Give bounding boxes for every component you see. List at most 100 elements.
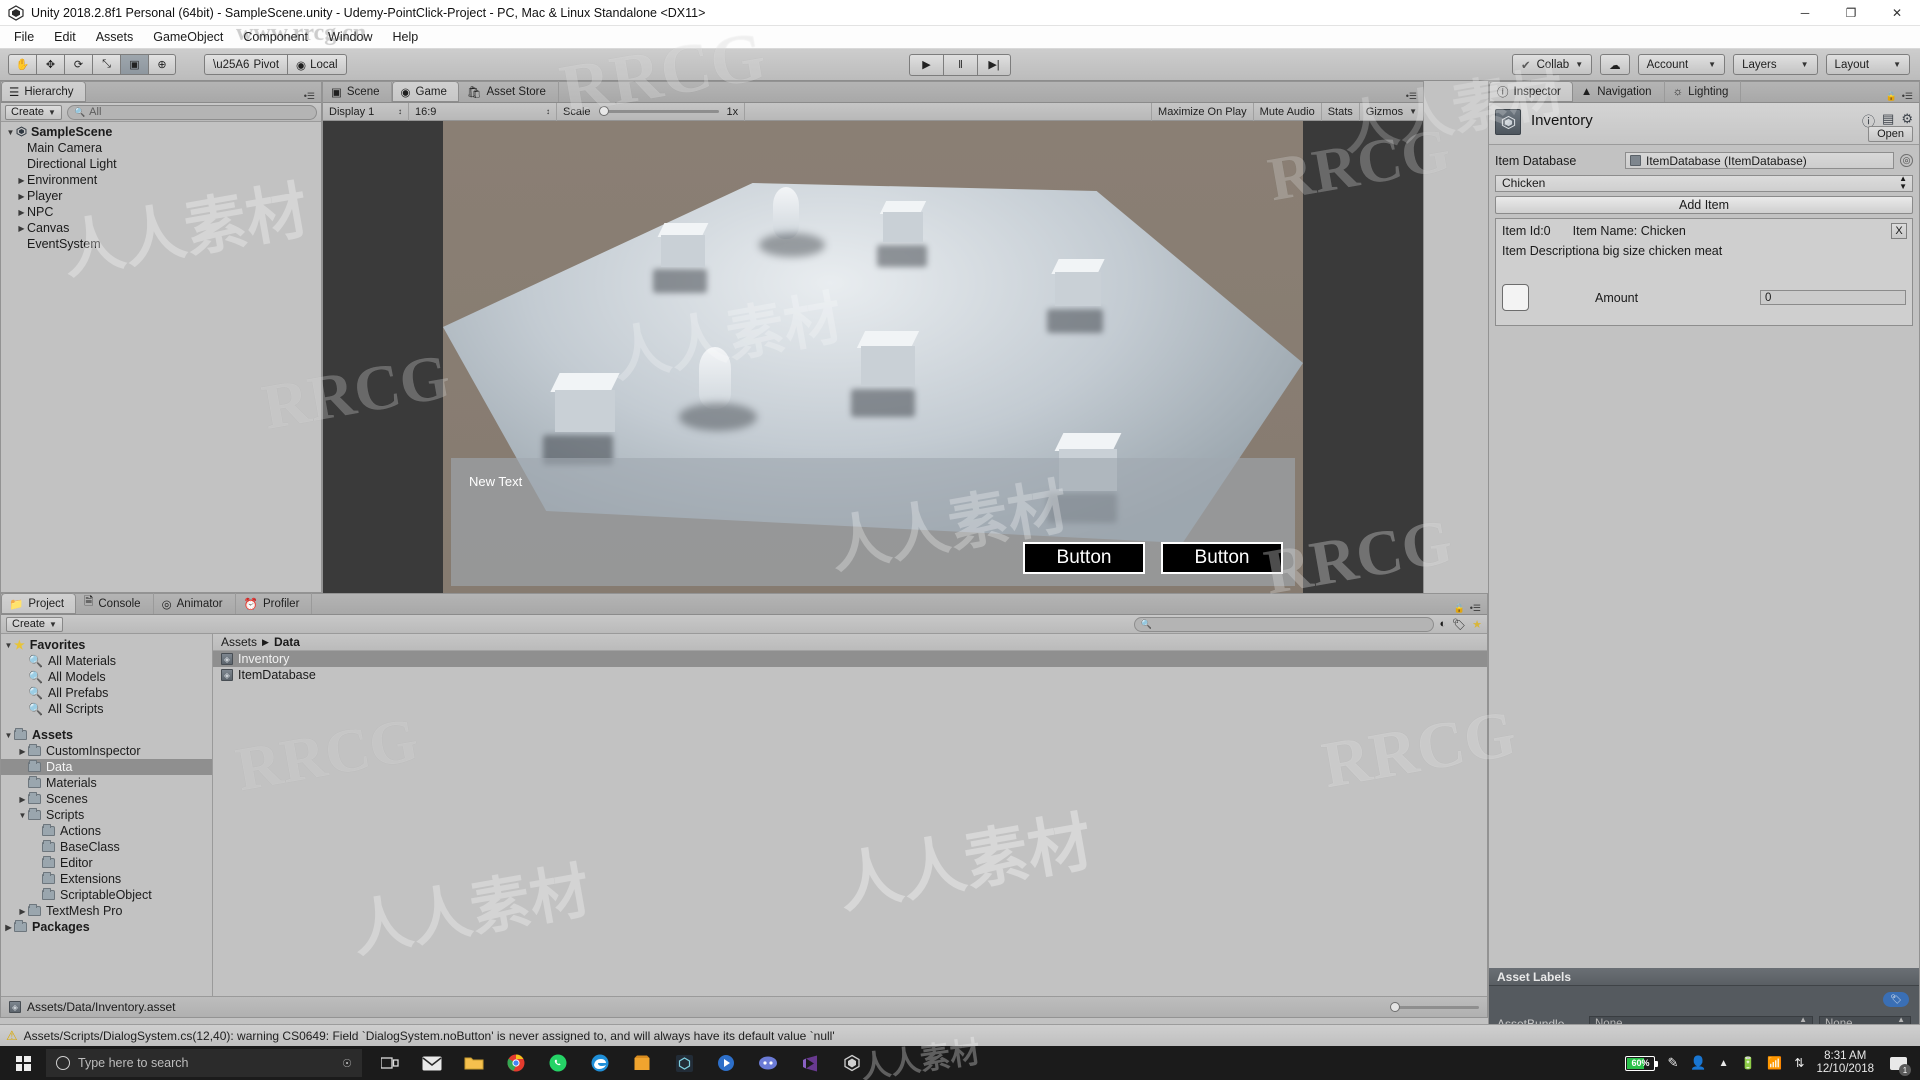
hierarchy-create-button[interactable]: Create ▼: [5, 104, 62, 120]
tab-hierarchy[interactable]: ☰ Hierarchy: [1, 81, 86, 102]
people-icon[interactable]: 👤: [1690, 1055, 1706, 1071]
hierarchy-item-samplescene[interactable]: ▼ SampleScene: [1, 124, 321, 140]
menu-file[interactable]: File: [4, 28, 44, 46]
menu-component[interactable]: Component: [233, 28, 318, 46]
tab-console[interactable]: 🗎 Console: [76, 593, 154, 614]
project-file-itemdatabase[interactable]: ◈ ItemDatabase: [213, 667, 1487, 683]
maximize-on-play-toggle[interactable]: Maximize On Play: [1151, 102, 1253, 121]
project-tree-item-all-prefabs[interactable]: 🔍 All Prefabs: [1, 685, 212, 701]
tab-game[interactable]: ◉ Game: [392, 81, 459, 102]
local-toggle[interactable]: ◉ Local: [287, 54, 347, 75]
hierarchy-menu-icon[interactable]: •☰: [304, 91, 321, 102]
lock-icon[interactable]: 🔒: [1886, 91, 1897, 102]
hand-tool-icon[interactable]: ✋: [8, 54, 36, 75]
filter-by-type-icon[interactable]: ◐: [1440, 618, 1447, 630]
unity-hub-icon[interactable]: [664, 1046, 704, 1080]
account-button[interactable]: Account ▼: [1637, 54, 1726, 75]
clock[interactable]: 8:31 AM 12/10/2018: [1816, 1050, 1874, 1076]
pen-icon[interactable]: ✎: [1667, 1055, 1678, 1071]
play-button[interactable]: ▶: [909, 53, 943, 76]
breadcrumb-assets[interactable]: Assets: [221, 635, 257, 649]
chevron-right-icon[interactable]: ▶: [16, 192, 27, 201]
mute-audio-toggle[interactable]: Mute Audio: [1252, 102, 1321, 121]
edge-icon[interactable]: [580, 1046, 620, 1080]
project-tree-item-scriptableobject[interactable]: ScriptableObject: [1, 887, 212, 903]
hierarchy-item-eventsystem[interactable]: EventSystem: [1, 236, 321, 252]
chevron-down-icon[interactable]: ▼: [3, 731, 14, 740]
favorite-star-icon[interactable]: ★: [1472, 618, 1482, 631]
transform-tool-icon[interactable]: ⊕: [148, 54, 176, 75]
lock-icon[interactable]: 🔒: [1454, 603, 1465, 614]
filter-by-label-icon[interactable]: 🏷: [1452, 618, 1466, 631]
chevron-down-icon[interactable]: ▼: [5, 128, 16, 137]
tab-scene[interactable]: ▣ Scene: [323, 81, 393, 102]
microphone-icon[interactable]: ☉: [342, 1057, 352, 1070]
store-icon[interactable]: [622, 1046, 662, 1080]
status-bar[interactable]: ⚠ Assets/Scripts/DialogSystem.cs(12,40):…: [0, 1024, 1920, 1046]
project-tree-item-data[interactable]: Data: [1, 759, 212, 775]
project-tree-item-custominspector[interactable]: ▶ CustomInspector: [1, 743, 212, 759]
project-tree-item-packages[interactable]: ▶ Packages: [1, 919, 212, 935]
chevron-right-icon[interactable]: ▶: [3, 923, 14, 932]
project-search-input[interactable]: 🔍: [1133, 616, 1434, 632]
tab-navigation[interactable]: ▲ Navigation: [1573, 81, 1665, 102]
project-menu-icon[interactable]: •☰: [1470, 603, 1481, 614]
whatsapp-icon[interactable]: [538, 1046, 578, 1080]
project-zoom-knob[interactable]: [1390, 1001, 1400, 1012]
amount-input[interactable]: 0: [1760, 290, 1906, 305]
object-picker-icon[interactable]: ◎: [1900, 154, 1913, 167]
item-sprite-slot[interactable]: [1502, 284, 1529, 311]
item-select-dropdown[interactable]: Chicken ▲ ▼: [1495, 174, 1913, 192]
tab-lighting[interactable]: ☼ Lighting: [1665, 81, 1742, 102]
label-tag-icon[interactable]: 🏷: [1883, 992, 1909, 1007]
scale-slider[interactable]: [598, 106, 719, 116]
chevron-right-icon[interactable]: ▶: [17, 747, 28, 756]
hierarchy-item-npc[interactable]: ▶ NPC: [1, 204, 321, 220]
game-render-canvas[interactable]: New Text Button Button: [323, 121, 1423, 594]
notification-center-button[interactable]: 1: [1886, 1051, 1911, 1076]
hierarchy-item-environment[interactable]: ▶ Environment: [1, 172, 321, 188]
scale-slider-knob[interactable]: [598, 106, 609, 116]
menu-window[interactable]: Window: [318, 28, 382, 46]
stats-toggle[interactable]: Stats: [1320, 102, 1359, 121]
project-tree-item-editor[interactable]: Editor: [1, 855, 212, 871]
project-create-button[interactable]: Create ▼: [6, 616, 63, 632]
close-button[interactable]: ✕: [1874, 0, 1920, 26]
chevron-right-icon[interactable]: ▶: [17, 907, 28, 916]
menu-help[interactable]: Help: [382, 28, 428, 46]
hierarchy-search-input[interactable]: 🔍 All: [66, 104, 317, 120]
chevron-right-icon[interactable]: ▶: [16, 224, 27, 233]
chevron-right-icon[interactable]: ▶: [17, 795, 28, 804]
project-tree-item-all-models[interactable]: 🔍 All Models: [1, 669, 212, 685]
visual-studio-icon[interactable]: [790, 1046, 830, 1080]
project-tree-item-all-scripts[interactable]: 🔍 All Scripts: [1, 701, 212, 717]
step-button[interactable]: ▶|: [977, 53, 1011, 76]
project-zoom-slider[interactable]: [1390, 1001, 1479, 1012]
wifi-icon[interactable]: 📶: [1767, 1056, 1782, 1070]
breadcrumb-data[interactable]: Data: [274, 635, 300, 649]
tab-asset-store[interactable]: 🛍 Asset Store: [459, 81, 559, 102]
discord-icon[interactable]: [748, 1046, 788, 1080]
start-button[interactable]: [0, 1046, 46, 1080]
project-tree-item-textmesh-pro[interactable]: ▶ TextMesh Pro: [1, 903, 212, 919]
project-tree-item-favorites[interactable]: ▼ ★ Favorites: [1, 637, 212, 653]
gameview-menu-icon[interactable]: •☰: [1406, 91, 1423, 102]
menu-gameobject[interactable]: GameObject: [143, 28, 233, 46]
chrome-icon[interactable]: [496, 1046, 536, 1080]
file-explorer-icon[interactable]: [454, 1046, 494, 1080]
inspector-menu-icon[interactable]: •☰: [1902, 91, 1913, 102]
hierarchy-item-player[interactable]: ▶ Player: [1, 188, 321, 204]
add-item-button[interactable]: Add Item: [1495, 196, 1913, 214]
hierarchy-item-canvas[interactable]: ▶ Canvas: [1, 220, 321, 236]
project-tree-item-baseclass[interactable]: BaseClass: [1, 839, 212, 855]
open-button[interactable]: Open: [1868, 126, 1913, 142]
pause-button[interactable]: ‖: [943, 53, 977, 76]
bluetooth-icon[interactable]: ⇅: [1794, 1056, 1804, 1070]
cloud-button[interactable]: ☁: [1600, 54, 1630, 75]
layout-button[interactable]: Layout ▼: [1825, 54, 1910, 75]
project-tree-item-scenes[interactable]: ▶ Scenes: [1, 791, 212, 807]
project-tree-item-all-materials[interactable]: 🔍 All Materials: [1, 653, 212, 669]
menu-assets[interactable]: Assets: [86, 28, 144, 46]
dialog-button-yes[interactable]: Button: [1023, 542, 1145, 574]
project-file-inventory[interactable]: ◈ Inventory: [213, 651, 1487, 667]
